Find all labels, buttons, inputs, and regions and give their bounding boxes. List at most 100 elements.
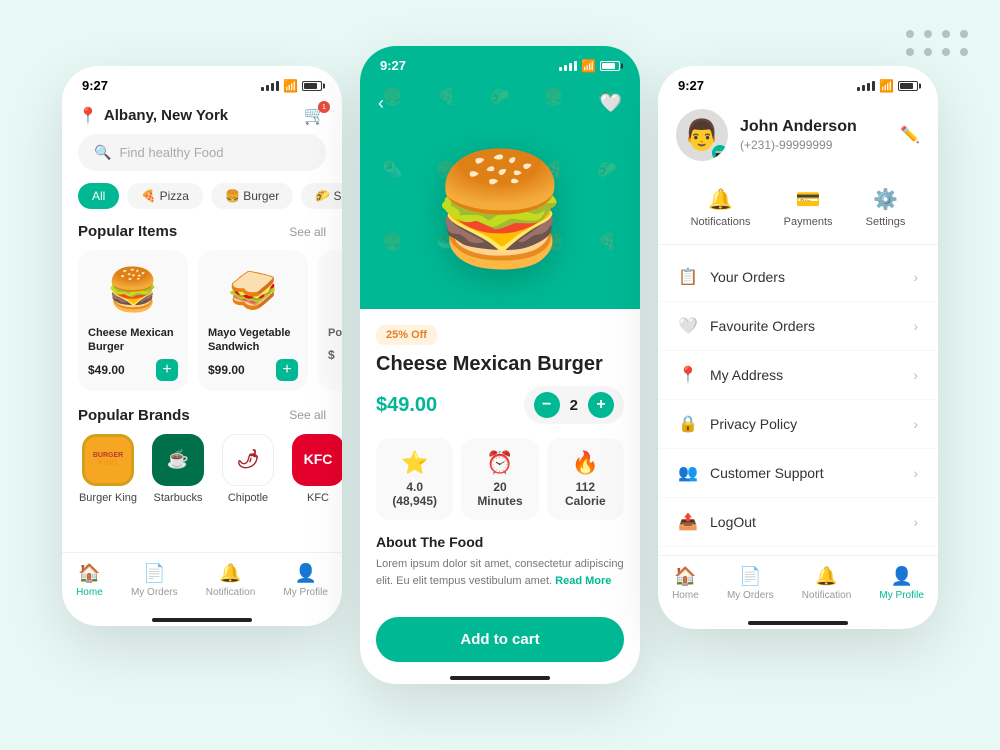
item-card-burger[interactable]: 🍔 Cheese Mexican Burger $49.00 + bbox=[78, 250, 188, 391]
search-bar[interactable]: 🔍 Find healthy Food bbox=[78, 134, 326, 171]
home-indicator-phone2 bbox=[450, 676, 550, 680]
decorative-dots bbox=[906, 30, 970, 58]
home-nav-icon-p3: 🏠 bbox=[674, 566, 696, 587]
product-price: $49.00 bbox=[376, 394, 437, 417]
menu-support[interactable]: 👥 Customer Support › bbox=[658, 449, 938, 498]
phone-home: 9:27 📶 📍 Albany, New York 🛒 1 bbox=[62, 66, 342, 626]
kfc-label: KFC bbox=[307, 492, 329, 504]
menu-address[interactable]: 📍 My Address › bbox=[658, 351, 938, 400]
item-img-partial: 🌮 bbox=[328, 260, 342, 320]
edit-profile-button[interactable]: ✏️ bbox=[900, 125, 920, 145]
nav-notification[interactable]: 🔔 Notification bbox=[206, 563, 255, 598]
stat-calories: 🔥 112 Calorie bbox=[547, 438, 624, 520]
notifications-action-icon: 🔔 bbox=[708, 187, 733, 212]
settings-action-label: Settings bbox=[866, 216, 906, 228]
back-button[interactable]: ‹ bbox=[378, 93, 384, 114]
about-title: About The Food bbox=[376, 534, 624, 550]
nav-home[interactable]: 🏠 Home bbox=[76, 563, 103, 598]
home-indicator-phone3 bbox=[748, 621, 848, 625]
category-burger[interactable]: 🍔 Burger bbox=[211, 183, 293, 209]
battery-icon bbox=[302, 81, 322, 91]
time-phone3: 9:27 bbox=[678, 78, 704, 93]
profile-nav-label: My Profile bbox=[283, 587, 327, 598]
item-card-partial[interactable]: 🌮 Po... $ + bbox=[318, 250, 342, 391]
address-menu-icon: 📍 bbox=[678, 365, 698, 385]
product-header-icons: ‹ 🤍 bbox=[360, 79, 640, 128]
time-value: 20 Minutes bbox=[469, 480, 530, 508]
item-card-sandwich[interactable]: 🥪 Mayo Vegetable Sandwich $99.00 + bbox=[198, 250, 308, 391]
product-header: 🍔🍕🌮🍔🥗 🌯🍔🥪🍕🌮 🍔🥗🌯🍔🍕 ‹ 🤍 🍔 bbox=[360, 79, 640, 309]
add-btn-sandwich[interactable]: + bbox=[276, 359, 298, 381]
search-icon: 🔍 bbox=[94, 144, 111, 161]
orders-nav-label: My Orders bbox=[131, 587, 178, 598]
battery-icon-p3 bbox=[898, 81, 918, 91]
item-price-burger: $49.00 bbox=[88, 363, 125, 377]
bottom-nav-phone1: 🏠 Home 📄 My Orders 🔔 Notification 👤 My P… bbox=[62, 552, 342, 614]
menu-address-left: 📍 My Address bbox=[678, 365, 783, 385]
wifi-icon-p3: 📶 bbox=[879, 79, 894, 93]
nav-notification-p3[interactable]: 🔔 Notification bbox=[802, 566, 851, 601]
sandwich-emoji-icon: 🥪 bbox=[228, 267, 278, 314]
quantity-minus-button[interactable]: − bbox=[534, 392, 560, 418]
starbucks-label: Starbucks bbox=[154, 492, 203, 504]
brand-chipotle[interactable]: 🌶 Chipotle bbox=[218, 434, 278, 504]
wifi-icon-p2: 📶 bbox=[581, 59, 596, 73]
favourite-chevron-icon: › bbox=[913, 318, 918, 334]
item-price-row-burger: $49.00 + bbox=[88, 359, 178, 381]
settings-action-icon: ⚙️ bbox=[873, 187, 898, 212]
product-content: 25% Off Cheese Mexican Burger $49.00 − 2… bbox=[360, 309, 640, 605]
search-placeholder: Find healthy Food bbox=[119, 145, 223, 160]
add-to-cart-button[interactable]: Add to cart bbox=[376, 617, 624, 662]
orders-nav-icon: 📄 bbox=[143, 563, 165, 584]
item-name-partial: Po... bbox=[328, 326, 342, 340]
camera-badge-icon[interactable]: 📷 bbox=[712, 145, 728, 161]
orders-chevron-icon: › bbox=[913, 269, 918, 285]
category-pizza[interactable]: 🍕 Pizza bbox=[127, 183, 203, 209]
menu-favourite[interactable]: 🤍 Favourite Orders › bbox=[658, 302, 938, 351]
item-img-sandwich: 🥪 bbox=[208, 260, 298, 320]
brand-kfc[interactable]: KFC KFC bbox=[288, 434, 342, 504]
profile-nav-label-p3: My Profile bbox=[879, 590, 923, 601]
read-more-link[interactable]: Read More bbox=[555, 575, 611, 587]
popular-brands-header: Popular Brands See all bbox=[62, 407, 342, 434]
logout-chevron-icon: › bbox=[913, 514, 918, 530]
signal-bars-p2 bbox=[559, 61, 577, 71]
quantity-plus-button[interactable]: + bbox=[588, 392, 614, 418]
action-notifications[interactable]: 🔔 Notifications bbox=[691, 187, 751, 228]
menu-your-orders[interactable]: 📋 Your Orders › bbox=[658, 253, 938, 302]
category-more[interactable]: 🌮 S bbox=[301, 183, 342, 209]
profile-actions: 🔔 Notifications 💳 Payments ⚙️ Settings bbox=[658, 177, 938, 245]
item-price-row-sandwich: $99.00 + bbox=[208, 359, 298, 381]
item-name-burger: Cheese Mexican Burger bbox=[88, 326, 178, 355]
battery-icon-p2 bbox=[600, 61, 620, 71]
nav-home-p3[interactable]: 🏠 Home bbox=[672, 566, 699, 601]
nav-orders-p3[interactable]: 📄 My Orders bbox=[727, 566, 774, 601]
item-price-row-partial: $ + bbox=[328, 344, 342, 366]
menu-privacy[interactable]: 🔒 Privacy Policy › bbox=[658, 400, 938, 449]
popular-items-see-all[interactable]: See all bbox=[289, 225, 326, 239]
favourite-menu-label: Favourite Orders bbox=[710, 318, 815, 334]
menu-logout[interactable]: 📤 LogOut › bbox=[658, 498, 938, 547]
brand-burger-king[interactable]: BURGER KING Burger King bbox=[78, 434, 138, 504]
address-chevron-icon: › bbox=[913, 367, 918, 383]
rating-value: 4.0 (48,945) bbox=[384, 480, 445, 508]
calories-value: 112 Calorie bbox=[555, 480, 616, 508]
cart-button[interactable]: 🛒 1 bbox=[304, 105, 326, 126]
add-btn-burger[interactable]: + bbox=[156, 359, 178, 381]
home-nav-label-p3: Home bbox=[672, 590, 699, 601]
action-settings[interactable]: ⚙️ Settings bbox=[866, 187, 906, 228]
brands-see-all[interactable]: See all bbox=[289, 408, 326, 422]
menu-logout-left: 📤 LogOut bbox=[678, 512, 756, 532]
stat-rating: ⭐ 4.0 (48,945) bbox=[376, 438, 453, 520]
nav-profile[interactable]: 👤 My Profile bbox=[283, 563, 327, 598]
about-text: Lorem ipsum dolor sit amet, consectetur … bbox=[376, 556, 624, 589]
action-payments[interactable]: 💳 Payments bbox=[784, 187, 833, 228]
discount-badge: 25% Off bbox=[376, 325, 437, 345]
signal-bars bbox=[261, 81, 279, 91]
nav-profile-p3[interactable]: 👤 My Profile bbox=[879, 566, 923, 601]
category-all[interactable]: All bbox=[78, 183, 119, 209]
brand-starbucks[interactable]: ☕ Starbucks bbox=[148, 434, 208, 504]
nav-orders[interactable]: 📄 My Orders bbox=[131, 563, 178, 598]
burger-king-label: Burger King bbox=[79, 492, 137, 504]
favourite-button[interactable]: 🤍 bbox=[600, 93, 622, 114]
